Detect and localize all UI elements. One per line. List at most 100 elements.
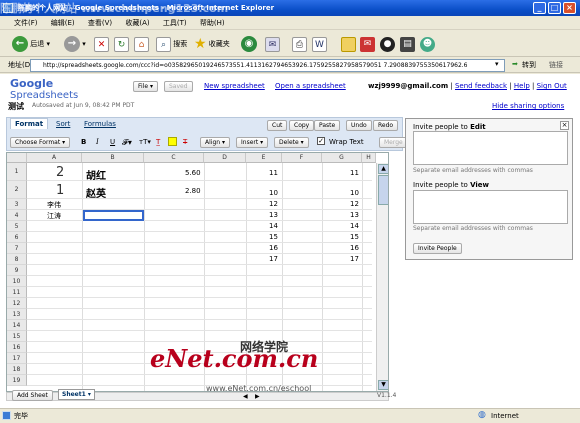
cell-a3[interactable]: 李伟 xyxy=(47,200,61,210)
cell-g4[interactable]: 13 xyxy=(350,211,359,219)
discuss-icon[interactable]: ✉ xyxy=(360,37,375,52)
col-header-a[interactable]: A xyxy=(27,153,82,163)
cell-e8[interactable]: 17 xyxy=(269,255,278,263)
cell-e5[interactable]: 14 xyxy=(269,222,278,230)
row-header-10[interactable]: 10 xyxy=(7,276,27,287)
new-spreadsheet-link[interactable]: New spreadsheet xyxy=(204,82,265,90)
cell-a2[interactable]: 1 xyxy=(56,184,64,197)
menu-help[interactable]: 帮助(H) xyxy=(200,19,225,27)
menu-file[interactable]: 文件(F) xyxy=(14,19,38,27)
folder-icon[interactable] xyxy=(341,37,356,52)
cell-g8[interactable]: 17 xyxy=(350,255,359,263)
mail-icon[interactable]: ✉ xyxy=(265,37,280,52)
tab-format[interactable]: Format xyxy=(10,118,49,129)
media-icon[interactable]: ◉ xyxy=(241,36,257,52)
col-header-d[interactable]: D xyxy=(204,153,246,163)
saved-button[interactable]: Saved xyxy=(164,81,193,92)
insert-dropdown[interactable]: Insert ▾ xyxy=(236,137,269,148)
row-header-13[interactable]: 13 xyxy=(7,309,27,320)
vertical-scrollbar[interactable]: ▲ ▼ xyxy=(376,163,388,391)
wrap-text-checkbox[interactable]: ✓ xyxy=(317,137,325,145)
cell-b1[interactable]: 胡红 xyxy=(86,167,106,182)
go-icon[interactable]: ➡ xyxy=(512,60,518,68)
cell-e2[interactable]: 10 xyxy=(269,189,278,197)
minimize-button[interactable]: _ xyxy=(533,2,546,14)
msn-icon[interactable]: ☻ xyxy=(420,37,435,52)
menu-edit[interactable]: 编辑(E) xyxy=(51,19,75,27)
col-header-e[interactable]: E xyxy=(246,153,282,163)
cell-a4[interactable]: 江涛 xyxy=(47,211,61,221)
col-header-f[interactable]: F xyxy=(282,153,322,163)
cell-g7[interactable]: 16 xyxy=(350,244,359,252)
choose-format-dropdown[interactable]: Choose Format ▾ xyxy=(10,137,71,148)
cell-g5[interactable]: 14 xyxy=(350,222,359,230)
font-size-icon[interactable]: ᴛT▾ xyxy=(139,138,151,146)
highlight-color-icon[interactable] xyxy=(168,137,177,146)
cell-e4[interactable]: 13 xyxy=(269,211,278,219)
open-spreadsheet-link[interactable]: Open a spreadsheet xyxy=(275,82,346,90)
add-sheet-button[interactable]: Add Sheet xyxy=(12,390,53,401)
menu-favorites[interactable]: 收藏(A) xyxy=(125,19,149,27)
row-header-19[interactable]: 19 xyxy=(7,375,27,386)
row-header-18[interactable]: 18 xyxy=(7,364,27,375)
cell-g6[interactable]: 15 xyxy=(350,233,359,241)
document-title[interactable]: 测试 xyxy=(8,101,24,112)
row-header-6[interactable]: 6 xyxy=(7,232,27,243)
messenger-icon[interactable]: ▤ xyxy=(400,37,415,52)
favorites-button[interactable]: ★ 收藏夹 xyxy=(194,35,230,53)
row-header-8[interactable]: 8 xyxy=(7,254,27,265)
text-color-icon[interactable]: T̲ xyxy=(156,138,160,146)
row-header-14[interactable]: 14 xyxy=(7,320,27,331)
stop-icon[interactable]: ✕ xyxy=(94,37,109,52)
row-header-17[interactable]: 17 xyxy=(7,353,27,364)
scroll-right-icon[interactable]: ▶ xyxy=(255,393,260,400)
col-header-g[interactable]: G xyxy=(322,153,362,163)
clear-format-icon[interactable]: T xyxy=(183,138,187,146)
tab-sort[interactable]: Sort xyxy=(56,120,70,128)
row-header-3[interactable]: 3 xyxy=(7,199,27,210)
redo-button[interactable]: Redo xyxy=(373,120,399,131)
hide-sharing-link[interactable]: Hide sharing options xyxy=(492,102,564,110)
row-header-9[interactable]: 9 xyxy=(7,265,27,276)
bold-button[interactable]: B xyxy=(81,138,86,146)
cell-e3[interactable]: 12 xyxy=(269,200,278,208)
font-family-icon[interactable]: 𝓕▾ xyxy=(122,138,132,148)
menu-tools[interactable]: 工具(T) xyxy=(163,19,187,27)
copy-button[interactable]: Copy xyxy=(289,120,315,131)
row-header-7[interactable]: 7 xyxy=(7,243,27,254)
row-header-11[interactable]: 11 xyxy=(7,287,27,298)
cut-button[interactable]: Cut xyxy=(267,120,288,131)
row-header-16[interactable]: 16 xyxy=(7,342,27,353)
print-icon[interactable]: ⎙ xyxy=(292,37,307,52)
go-button[interactable]: 转到 xyxy=(522,60,536,70)
cell-g3[interactable]: 12 xyxy=(350,200,359,208)
file-menu-button[interactable]: File ▾ xyxy=(133,81,158,92)
help-link[interactable]: Help xyxy=(514,82,530,90)
sheet1-tab[interactable]: Sheet1 ▾ xyxy=(58,389,95,400)
invite-people-button[interactable]: Invite People xyxy=(413,243,462,254)
qq-icon[interactable]: ● xyxy=(380,37,395,52)
search-button[interactable]: ⌕ 搜索 xyxy=(156,35,187,53)
cell-c1[interactable]: 5.60 xyxy=(185,169,201,177)
tab-formulas[interactable]: Formulas xyxy=(84,120,116,128)
scroll-left-icon[interactable]: ◀ xyxy=(243,393,248,400)
cell-a1[interactable]: 2 xyxy=(56,166,64,179)
undo-button[interactable]: Undo xyxy=(346,120,372,131)
forward-button[interactable]: → ▾ xyxy=(64,35,86,53)
links-label[interactable]: 链接 xyxy=(549,60,563,70)
row-header-2[interactable]: 2 xyxy=(7,181,27,199)
col-header-b[interactable]: B xyxy=(82,153,144,163)
row-header-4[interactable]: 4 xyxy=(7,210,27,221)
cell-g2[interactable]: 10 xyxy=(350,189,359,197)
row-header-12[interactable]: 12 xyxy=(7,298,27,309)
italic-button[interactable]: I xyxy=(96,138,99,146)
send-feedback-link[interactable]: Send feedback xyxy=(455,82,507,90)
scroll-thumb[interactable] xyxy=(378,175,388,205)
cell-e1[interactable]: 11 xyxy=(269,169,278,177)
home-icon[interactable]: ⌂ xyxy=(134,37,149,52)
invite-view-textarea[interactable] xyxy=(413,190,568,224)
cell-g1[interactable]: 11 xyxy=(350,169,359,177)
paste-button[interactable]: Paste xyxy=(314,120,341,131)
menu-view[interactable]: 查看(V) xyxy=(88,19,112,27)
align-dropdown[interactable]: Align ▾ xyxy=(200,137,230,148)
